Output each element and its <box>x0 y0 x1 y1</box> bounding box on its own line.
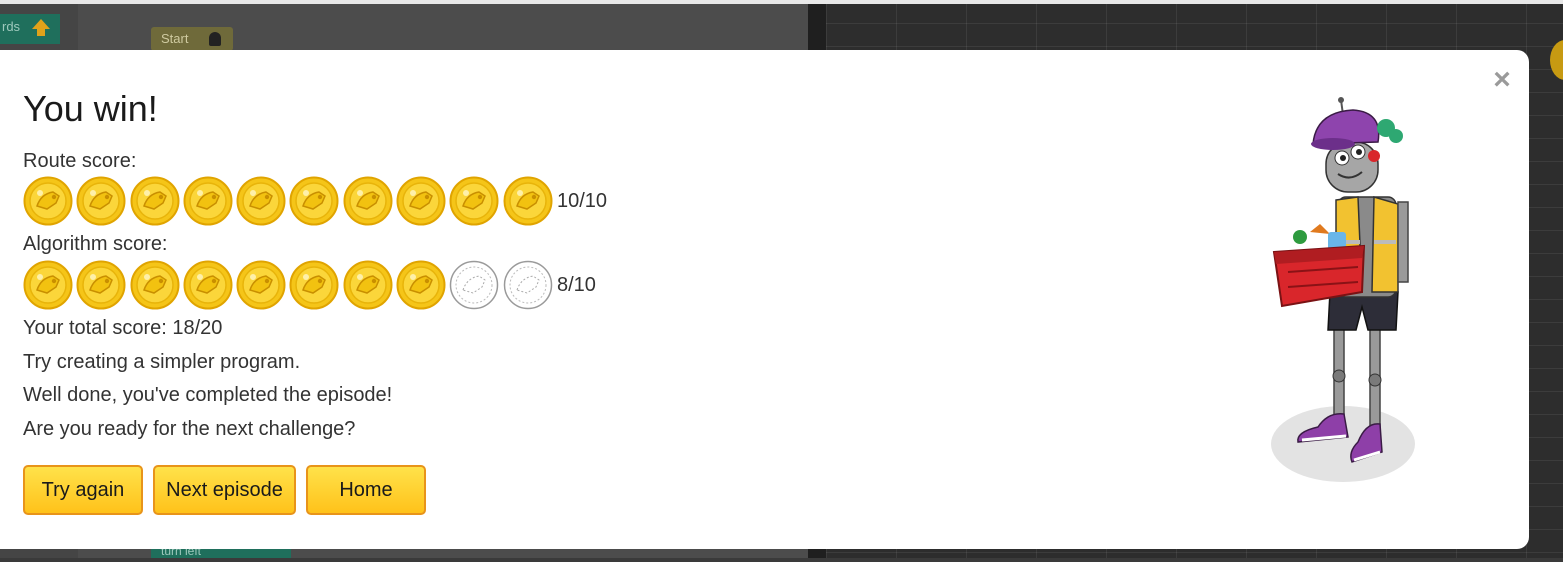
algorithm-score-value: 8/10 <box>556 273 596 296</box>
route-score-coins: 10/10 <box>23 176 607 226</box>
algorithm-score-label: Algorithm score: <box>23 233 168 255</box>
gold-coin-icon <box>343 176 393 226</box>
gold-coin-icon <box>183 260 233 310</box>
arrow-up-icon <box>32 19 50 29</box>
gold-coin-icon <box>289 176 339 226</box>
empty-coin-icon <box>450 260 499 310</box>
top-bar <box>0 0 1563 4</box>
arrow-stem <box>37 29 45 36</box>
gold-coin-icon <box>130 260 180 310</box>
start-block[interactable]: Start <box>151 27 233 51</box>
next-challenge-message: Are you ready for the next challenge? <box>23 418 356 440</box>
gold-coin-icon <box>503 176 553 226</box>
gold-coin-icon <box>76 260 126 310</box>
gold-coin-icon <box>396 176 446 226</box>
gold-coin-icon <box>183 176 233 226</box>
robot-character <box>1271 97 1415 482</box>
total-score: Your total score: 18/20 <box>23 317 223 339</box>
gold-coin-icon <box>396 260 446 310</box>
gold-coin-icon <box>76 176 126 226</box>
gold-coin-icon <box>236 176 286 226</box>
gold-coin-icon <box>449 176 499 226</box>
gold-coin-icon <box>236 260 286 310</box>
gold-coin-icon <box>130 176 180 226</box>
home-button[interactable]: Home <box>306 465 426 515</box>
gold-coin-icon <box>23 260 73 310</box>
start-label: Start <box>161 31 189 46</box>
route-score-label: Route score: <box>23 150 137 172</box>
try-again-button[interactable]: Try again <box>23 465 143 515</box>
van-icon <box>209 32 221 46</box>
hint-message: Try creating a simpler program. <box>23 351 301 373</box>
episode-complete-message: Well done, you've completed the episode! <box>23 384 393 406</box>
gold-coin-icon <box>23 176 73 226</box>
next-episode-button[interactable]: Next episode <box>153 465 296 515</box>
move-forwards-block[interactable]: rds <box>0 14 60 44</box>
route-score-value: 10/10 <box>556 189 608 212</box>
dialog-title: You win! <box>23 88 158 129</box>
gold-coin-icon <box>289 260 339 310</box>
close-icon[interactable]: × <box>1490 65 1514 95</box>
move-forwards-label: rds <box>2 19 21 34</box>
empty-coin-icon <box>503 260 552 310</box>
algorithm-score-coins: 8/10 <box>23 260 596 310</box>
gold-coin-icon <box>343 260 393 310</box>
